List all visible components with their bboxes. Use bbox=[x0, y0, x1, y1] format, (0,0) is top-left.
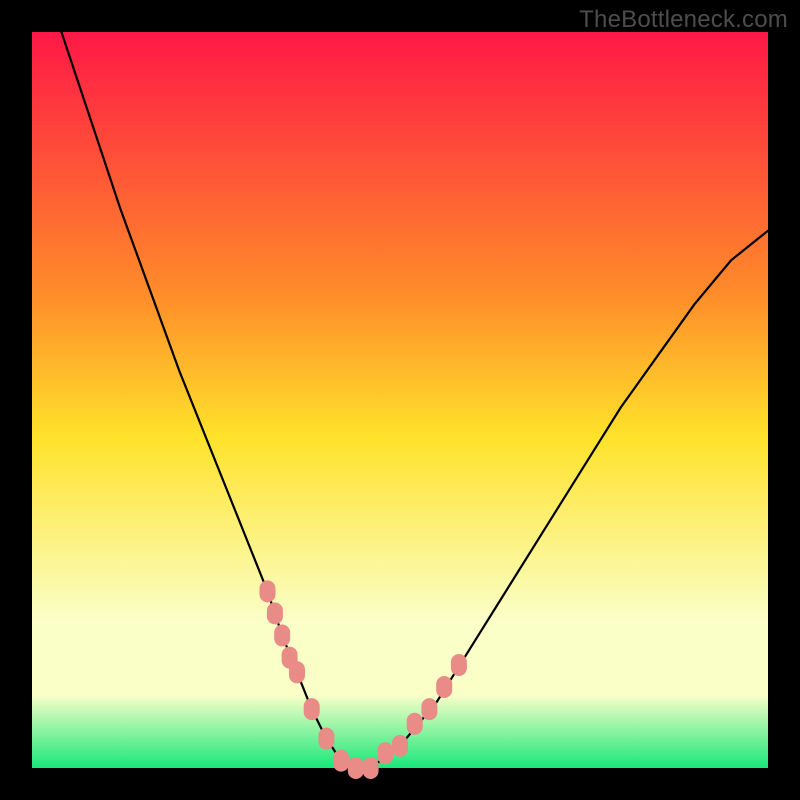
curve-marker bbox=[363, 757, 379, 779]
curve-marker bbox=[333, 750, 349, 772]
curve-marker bbox=[260, 580, 276, 602]
curve-marker bbox=[304, 698, 320, 720]
curve-marker bbox=[377, 742, 393, 764]
bottleneck-chart bbox=[0, 0, 800, 800]
curve-marker bbox=[436, 676, 452, 698]
curve-marker bbox=[289, 661, 305, 683]
curve-marker bbox=[451, 654, 467, 676]
curve-marker bbox=[274, 625, 290, 647]
plot-area bbox=[32, 32, 768, 768]
chart-frame: TheBottleneck.com bbox=[0, 0, 800, 800]
curve-marker bbox=[348, 757, 364, 779]
curve-marker bbox=[407, 713, 423, 735]
curve-marker bbox=[318, 728, 334, 750]
watermark-text: TheBottleneck.com bbox=[579, 6, 788, 34]
curve-marker bbox=[421, 698, 437, 720]
curve-marker bbox=[392, 735, 408, 757]
curve-marker bbox=[267, 602, 283, 624]
